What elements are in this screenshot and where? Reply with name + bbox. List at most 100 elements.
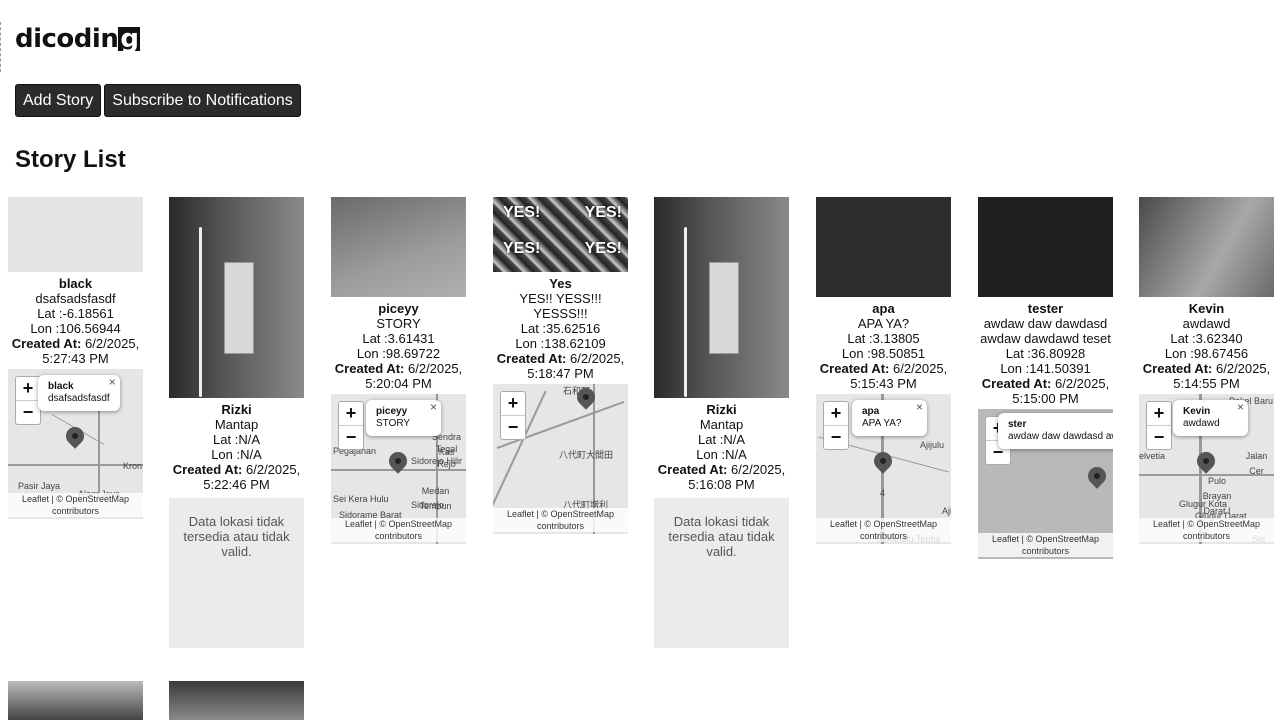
- story-name: Rizki: [706, 402, 737, 417]
- story-card[interactable]: Rizki Mantap Lat :N/A Lon :N/A Created A…: [654, 197, 789, 648]
- zoom-control: + −: [500, 391, 526, 440]
- subscribe-notifications-button[interactable]: Subscribe to Notifications: [104, 84, 301, 117]
- no-location-message: Data lokasi tidak tersedia atau tidak va…: [169, 498, 304, 648]
- zoom-in-button[interactable]: +: [501, 392, 525, 415]
- story-lat: Lat :36.80928: [1005, 346, 1086, 361]
- story-created-time: 5:18:47 PM: [527, 366, 594, 381]
- map-popup: × apa APA YA?: [852, 400, 927, 436]
- logo-guide: [0, 22, 3, 72]
- story-map[interactable]: Sendra Kas Tegal Rejo Pegajahan Sidorejo…: [331, 394, 466, 544]
- map-attribution: Leaflet | © OpenStreetMap contributors: [331, 518, 466, 542]
- story-lon: Lon :98.50851: [841, 346, 926, 361]
- story-name: black: [58, 276, 93, 291]
- story-description: Mantap: [699, 417, 744, 432]
- map-attribution: Leaflet | © OpenStreetMap contributors: [978, 533, 1113, 557]
- story-description: STORY: [376, 316, 421, 331]
- story-lat: Lat :3.61431: [362, 331, 435, 346]
- zoom-in-button[interactable]: +: [339, 402, 363, 425]
- story-card[interactable]: piceyy STORY Lat :3.61431 Lon :98.69722 …: [331, 197, 466, 544]
- story-created: Created At: 6/2/2025,: [334, 361, 463, 376]
- story-lon: Lon :N/A: [211, 447, 262, 462]
- story-card[interactable]: tester awdaw daw dawdasd awdaw dawdawd t…: [978, 197, 1113, 559]
- story-created-time: 5:15:00 PM: [1012, 391, 1079, 406]
- close-icon[interactable]: ×: [916, 401, 923, 413]
- map-popup: × Kevin awdawd: [1173, 400, 1248, 436]
- map-popup: × black dsafsadsfasdf: [38, 375, 120, 411]
- story-created: Created At: 6/2/2025,: [172, 462, 301, 477]
- story-created-time: 5:22:46 PM: [203, 477, 270, 492]
- story-card[interactable]: black dsafsadsfasdf Lat :-6.18561 Lon :1…: [8, 197, 143, 519]
- story-description: awdawd: [1182, 316, 1231, 331]
- story-name: Rizki: [221, 402, 252, 417]
- story-created: Created At: 6/2/2025,: [657, 462, 786, 477]
- story-created: Created At: 6/2/2025,: [11, 336, 140, 351]
- story-name: piceyy: [378, 301, 419, 316]
- story-image: [8, 681, 143, 720]
- story-created: Created At: 6/2/2025,: [496, 351, 625, 366]
- story-description: Mantap: [214, 417, 259, 432]
- story-description: YES!! YESS!!! YESSS!!!: [519, 291, 602, 321]
- story-image: [331, 197, 466, 297]
- map-marker-icon[interactable]: [62, 423, 88, 449]
- dicoding-logo[interactable]: dicoding: [15, 24, 141, 54]
- story-lon: Lon :106.56944: [30, 321, 121, 336]
- story-card[interactable]: Rizki Mantap Lat :N/A Lon :N/A Created A…: [169, 197, 304, 648]
- story-card[interactable]: Kevin awdawd Lat :3.62340 Lon :98.67456 …: [1139, 197, 1274, 544]
- map-popup: sterawdaw daw dawdasd awda: [998, 413, 1113, 449]
- story-name: apa: [872, 301, 895, 316]
- zoom-out-button[interactable]: −: [1147, 425, 1171, 449]
- story-name: Yes: [549, 276, 572, 291]
- zoom-out-button[interactable]: −: [339, 425, 363, 449]
- zoom-out-button[interactable]: −: [824, 425, 848, 449]
- story-created: Created At: 6/2/2025,: [819, 361, 948, 376]
- story-image: [1139, 197, 1274, 297]
- story-created-time: 5:14:55 PM: [1173, 376, 1240, 391]
- story-description: APA YA?: [857, 316, 910, 331]
- story-map[interactable]: Ajijulu Aji 4 Sukanalu Teriba + − × apaA…: [816, 394, 951, 544]
- story-image: [978, 197, 1113, 297]
- page-title: Story List: [15, 146, 126, 173]
- story-description: dsafsadsfasdf: [35, 291, 116, 306]
- zoom-control: + −: [1146, 401, 1172, 450]
- close-icon[interactable]: ×: [109, 376, 116, 388]
- map-marker-icon[interactable]: [1193, 448, 1219, 474]
- story-card[interactable]: [8, 681, 143, 720]
- close-icon[interactable]: ×: [1237, 401, 1244, 413]
- story-image: [816, 197, 951, 297]
- story-lat: Lat :-6.18561: [37, 306, 114, 321]
- story-card[interactable]: YES! YES! YES! YES! Yes YES!! YESS!!! YE…: [493, 197, 628, 534]
- story-lon: Lon :98.69722: [356, 346, 441, 361]
- story-created: Created At: 6/2/2025,: [1142, 361, 1271, 376]
- zoom-in-button[interactable]: +: [1147, 402, 1171, 425]
- story-image: [654, 197, 789, 398]
- story-lat: Lat :N/A: [698, 432, 745, 447]
- map-marker-icon[interactable]: [1084, 463, 1110, 489]
- story-created-time: 5:15:43 PM: [850, 376, 917, 391]
- zoom-out-button[interactable]: −: [501, 415, 525, 439]
- story-map[interactable]: + − sterawdaw daw dawdasd awda Leaflet |…: [978, 409, 1113, 559]
- zoom-in-button[interactable]: +: [16, 377, 40, 400]
- map-attribution: Leaflet | © OpenStreetMap contributors: [493, 508, 628, 532]
- story-image: YES! YES! YES! YES!: [493, 197, 628, 272]
- story-map[interactable]: 八代町大間田 八代町増利 石和町 + − Leaflet | © OpenStr…: [493, 384, 628, 534]
- story-lat: Lat :35.62516: [520, 321, 601, 336]
- story-map[interactable]: Pasir Jaya Alam Jaya Kron + − × blackdsa…: [8, 369, 143, 519]
- story-lon: Lon :N/A: [696, 447, 747, 462]
- story-image: [169, 681, 304, 720]
- map-attribution: Leaflet | © OpenStreetMap contributors: [1139, 518, 1274, 542]
- zoom-in-button[interactable]: +: [824, 402, 848, 425]
- story-map[interactable]: Pekel Baru Jalan Cer Pulo Brayan Darat I…: [1139, 394, 1274, 544]
- story-image: [169, 197, 304, 398]
- zoom-control: + −: [338, 401, 364, 450]
- add-story-button[interactable]: Add Story: [15, 84, 102, 117]
- story-card[interactable]: apa APA YA? Lat :3.13805 Lon :98.50851 C…: [816, 197, 951, 544]
- zoom-out-button[interactable]: −: [16, 400, 40, 424]
- zoom-control: + −: [823, 401, 849, 450]
- story-created: Created At: 6/2/2025,: [981, 376, 1110, 391]
- close-icon[interactable]: ×: [430, 401, 437, 413]
- story-created-time: 5:27:43 PM: [42, 351, 109, 366]
- story-created-time: 5:20:04 PM: [365, 376, 432, 391]
- map-attribution: Leaflet | © OpenStreetMap contributors: [816, 518, 951, 542]
- story-created-time: 5:16:08 PM: [688, 477, 755, 492]
- story-card[interactable]: [169, 681, 304, 720]
